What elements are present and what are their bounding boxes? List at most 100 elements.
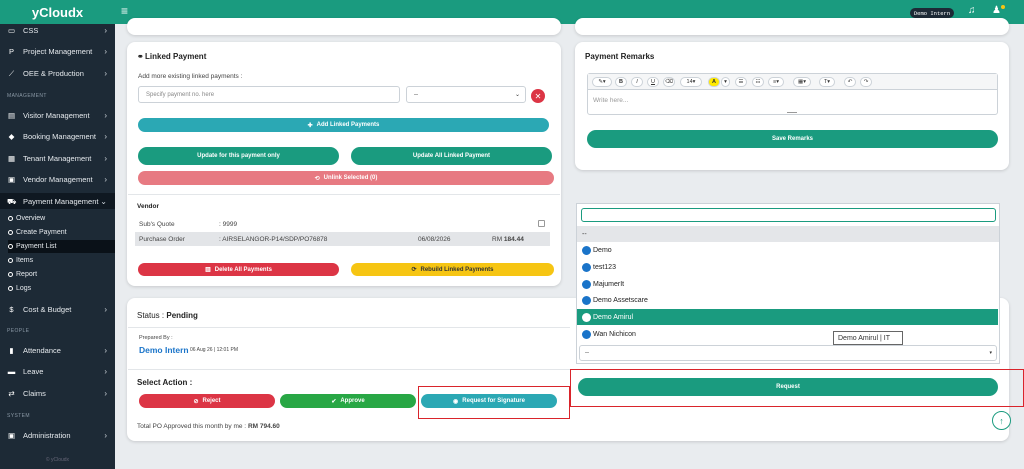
chevron-down-icon[interactable]: ▾ xyxy=(721,77,730,87)
sidebar-item-vendor-management[interactable]: ▣ Vendor Management › xyxy=(0,171,115,187)
request-button[interactable]: Request xyxy=(578,378,998,396)
reject-button[interactable]: ⊘ Reject xyxy=(139,394,275,408)
dropdown-option[interactable]: MajumerIt xyxy=(578,276,998,292)
undo-icon[interactable]: ↶ xyxy=(844,77,856,87)
remarks-textarea[interactable]: Write here... xyxy=(593,97,628,104)
notification-dot xyxy=(1001,5,1005,9)
sidebar-subitem-create-payment[interactable]: Create Payment xyxy=(8,226,115,239)
scroll-to-top-button[interactable]: ↑ xyxy=(992,411,1011,430)
font-size-select[interactable]: 14 ▾ xyxy=(680,77,702,87)
table-icon[interactable]: ▦▾ xyxy=(793,77,811,87)
sidebar-subitem-logs[interactable]: Logs xyxy=(8,282,115,295)
sidebar-item-css[interactable]: ▭ CSS › xyxy=(0,22,115,38)
circle-icon xyxy=(8,216,13,221)
payment-no-input[interactable]: Specify payment no. here xyxy=(138,86,400,103)
close-icon: ✕ xyxy=(534,91,542,101)
add-linked-payments-button[interactable]: ✚ Add Linked Payments xyxy=(138,118,549,132)
update-this-payment-button[interactable]: Update for this payment only xyxy=(138,147,339,165)
approver-select[interactable]: -- ▾ xyxy=(579,345,997,361)
row-checkbox[interactable] xyxy=(538,220,545,227)
button-label: Unlink Selected (0) xyxy=(323,175,378,181)
sidebar-item-claims[interactable]: ⇄ Claims › xyxy=(0,385,115,401)
sidebar-item-project-management[interactable]: P Project Management › xyxy=(0,43,115,59)
dropdown-option[interactable]: Wan Nichicon xyxy=(578,326,998,342)
unordered-list-icon[interactable]: ☰ xyxy=(735,77,747,87)
underline-icon[interactable]: U xyxy=(647,77,659,87)
chevron-down-icon: ⌄ xyxy=(100,196,107,206)
hamburger-menu-icon[interactable]: ≡ xyxy=(121,5,128,17)
button-label: Reject xyxy=(202,398,221,404)
vendor-label: Vendor xyxy=(137,203,160,210)
subitem-label: Payment List xyxy=(16,243,57,250)
approve-button[interactable]: ✔ Approve xyxy=(280,394,416,408)
check-icon: ✔ xyxy=(331,398,337,405)
align-icon[interactable]: ≡▾ xyxy=(768,77,784,87)
bold-icon[interactable]: B xyxy=(615,77,627,87)
magic-icon[interactable]: ✎▾ xyxy=(592,77,612,87)
row-label: Purchase Order xyxy=(139,236,185,243)
unlink-selected-button[interactable]: ⟲ Unlink Selected (0) xyxy=(138,171,554,185)
row-label: Sub's Quote xyxy=(139,221,175,228)
sidebar-item-attendance[interactable]: ▮ Attendance › xyxy=(0,342,115,358)
bell-icon[interactable]: ♫ xyxy=(968,5,976,16)
circle-icon xyxy=(8,286,13,291)
sidebar-item-oee-production[interactable]: ⟋ OEE & Production › xyxy=(0,65,115,81)
payment-select[interactable]: -- ⌄ xyxy=(406,86,526,103)
dropdown-header-option[interactable]: -- xyxy=(577,226,999,242)
arrow-up-icon: ↑ xyxy=(999,415,1004,426)
sidebar-item-payment-management[interactable]: ⛟ Payment Management ⌄ xyxy=(0,193,115,209)
dropdown-option[interactable]: Demo Assetscare xyxy=(578,292,998,308)
button-label: Add Linked Payments xyxy=(316,122,380,128)
sidebar-item-label: Attendance xyxy=(23,345,61,355)
dropdown-option[interactable]: test123 xyxy=(578,259,998,275)
divider xyxy=(128,327,570,328)
line-height-icon[interactable]: T▾ xyxy=(819,77,835,87)
prepared-date: 06 Aug 26 | 12:01 PM xyxy=(190,347,239,353)
delete-all-payments-button[interactable]: ▥ Delete All Payments xyxy=(138,263,339,276)
resize-handle[interactable] xyxy=(787,112,797,113)
eraser-icon[interactable]: ⌫ xyxy=(663,77,675,87)
update-all-linked-button[interactable]: Update All Linked Payment xyxy=(351,147,552,165)
sidebar-item-cost-budget[interactable]: $ Cost & Budget › xyxy=(0,301,115,317)
trash-icon: ▥ xyxy=(205,267,211,273)
sidebar-subitem-payment-list[interactable]: Payment List xyxy=(8,240,115,253)
rebuild-linked-payments-button[interactable]: ⟳ Rebuild Linked Payments xyxy=(351,263,554,276)
sidebar-item-visitor-management[interactable]: ▤ Visitor Management › xyxy=(0,107,115,123)
italic-icon[interactable]: I xyxy=(631,77,643,87)
preparer-name[interactable]: Demo Intern xyxy=(139,345,189,355)
dropdown-option[interactable]: Demo xyxy=(578,242,998,258)
notification-icon[interactable]: ♟ xyxy=(992,5,1001,16)
text-color-icon[interactable]: A xyxy=(708,77,720,87)
dropdown-option-selected[interactable]: Demo Amirul xyxy=(577,309,998,325)
sidebar-item-label: Booking Management xyxy=(23,131,96,141)
chevron-right-icon: › xyxy=(104,25,107,35)
user-badge[interactable]: Demo Intern xyxy=(910,8,954,18)
add-linked-label: Add more existing linked payments : xyxy=(138,73,243,80)
id-card-icon: ▤ xyxy=(7,110,16,120)
dropdown-search-input[interactable] xyxy=(581,208,996,222)
linked-payment-title: Linked Payment xyxy=(145,52,207,61)
section-label-system: SYSTEM xyxy=(7,413,30,419)
circle-icon xyxy=(8,244,13,249)
save-remarks-button[interactable]: Save Remarks xyxy=(587,130,998,148)
button-label: Approve xyxy=(340,398,365,404)
chevron-right-icon: › xyxy=(104,345,107,355)
sidebar-item-leave[interactable]: ▬ Leave › xyxy=(0,363,115,379)
remove-button[interactable]: ✕ xyxy=(531,89,545,103)
ordered-list-icon[interactable]: ☷ xyxy=(752,77,764,87)
option-label: Demo xyxy=(593,246,612,254)
sidebar-item-booking-management[interactable]: ◆ Booking Management › xyxy=(0,128,115,144)
sidebar-item-administration[interactable]: ▣ Administration › xyxy=(0,427,115,443)
sidebar-subitem-overview[interactable]: Overview xyxy=(8,212,115,225)
subitem-label: Create Payment xyxy=(16,229,67,236)
subitem-label: Items xyxy=(16,257,34,264)
sidebar-subitem-items[interactable]: Items xyxy=(8,254,115,267)
font-size-value: 14 xyxy=(686,79,693,85)
brand-logo[interactable]: yCloudx xyxy=(0,0,115,24)
sidebar-subitem-report[interactable]: Report xyxy=(8,268,115,281)
table-row xyxy=(135,218,550,231)
sidebar-item-tenant-management[interactable]: ▦ Tenant Management › xyxy=(0,150,115,166)
circle-icon xyxy=(8,258,13,263)
section-label-management: MANAGEMENT xyxy=(7,93,47,99)
redo-icon[interactable]: ↷ xyxy=(860,77,872,87)
